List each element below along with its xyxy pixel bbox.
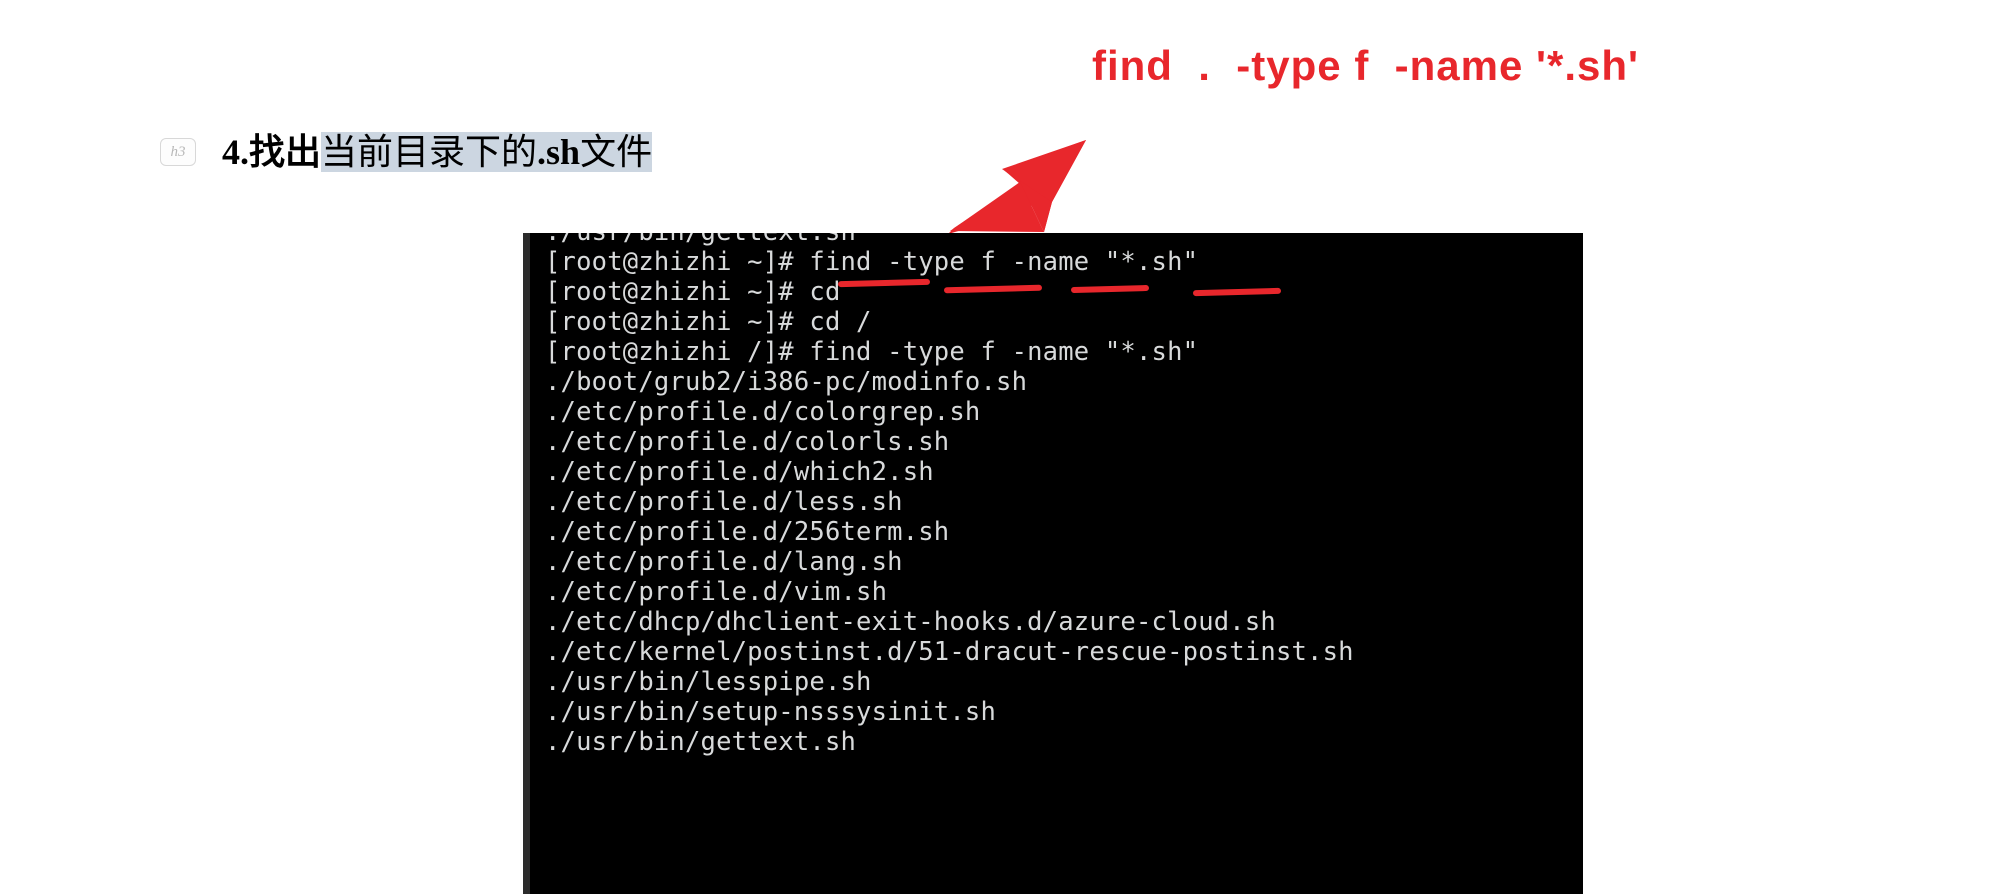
- heading-level-badge[interactable]: h3: [160, 138, 196, 167]
- terminal-command-line: [root@zhizhi ~]# cd /: [545, 307, 872, 337]
- heading-selected-bold: .sh: [537, 132, 581, 172]
- red-underline-mark: [1070, 284, 1150, 294]
- heading-unselected-text: 找出: [249, 132, 322, 172]
- terminal-output-line: ./usr/bin/gettext.sh: [545, 233, 856, 247]
- heading-selected-text: 当前目录下的.sh文件: [321, 132, 653, 172]
- terminal-output-line: ./etc/profile.d/vim.sh: [545, 577, 888, 607]
- terminal-output-line: ./etc/profile.d/colorls.sh: [545, 427, 950, 457]
- terminal-command-line: [root@zhizhi ~]# find -type f -name "*.s…: [545, 247, 1199, 277]
- terminal-output-line: ./etc/profile.d/less.sh: [545, 487, 903, 517]
- heading-number: 4.: [222, 132, 249, 172]
- terminal-screen[interactable]: ./usr/bin/gettext.sh[root@zhizhi ~]# fin…: [523, 233, 1583, 894]
- terminal-output-line: ./etc/profile.d/which2.sh: [545, 457, 934, 487]
- terminal-command-line: [root@zhizhi /]# find -type f -name "*.s…: [545, 337, 1199, 367]
- red-underline-mark: [943, 284, 1043, 294]
- heading-selected-post: 文件: [580, 132, 653, 172]
- terminal-window[interactable]: ./usr/bin/gettext.sh[root@zhizhi ~]# fin…: [523, 233, 1583, 894]
- terminal-output-line: ./usr/bin/gettext.sh: [545, 727, 857, 757]
- annotation-command-text: find . -type f -name '*.sh': [1092, 42, 1640, 89]
- page-title: 4.找出当前目录下的.sh文件: [222, 128, 653, 177]
- terminal-output-line: ./etc/profile.d/lang.sh: [545, 547, 903, 577]
- terminal-output-line: ./usr/bin/lesspipe.sh: [545, 667, 872, 697]
- heading-selected-pre: 当前目录下的: [321, 132, 538, 172]
- heading-row: h3 4.找出当前目录下的.sh文件: [160, 128, 653, 177]
- terminal-output-line: ./boot/grub2/i386-pc/modinfo.sh: [545, 367, 1028, 397]
- red-underline-mark: [1192, 287, 1282, 297]
- terminal-output-line: ./etc/profile.d/256term.sh: [545, 517, 950, 547]
- terminal-command-line: [root@zhizhi ~]# cd: [545, 277, 841, 307]
- red-underline-mark: [837, 278, 931, 288]
- terminal-output-line: ./etc/kernel/postinst.d/51-dracut-rescue…: [545, 637, 1354, 667]
- terminal-output-line: ./etc/dhcp/dhclient-exit-hooks.d/azure-c…: [545, 607, 1276, 637]
- red-arrow-icon: [948, 140, 1086, 234]
- terminal-output-line: ./etc/profile.d/colorgrep.sh: [545, 397, 981, 427]
- terminal-output-line: ./usr/bin/setup-nsssysinit.sh: [545, 697, 997, 727]
